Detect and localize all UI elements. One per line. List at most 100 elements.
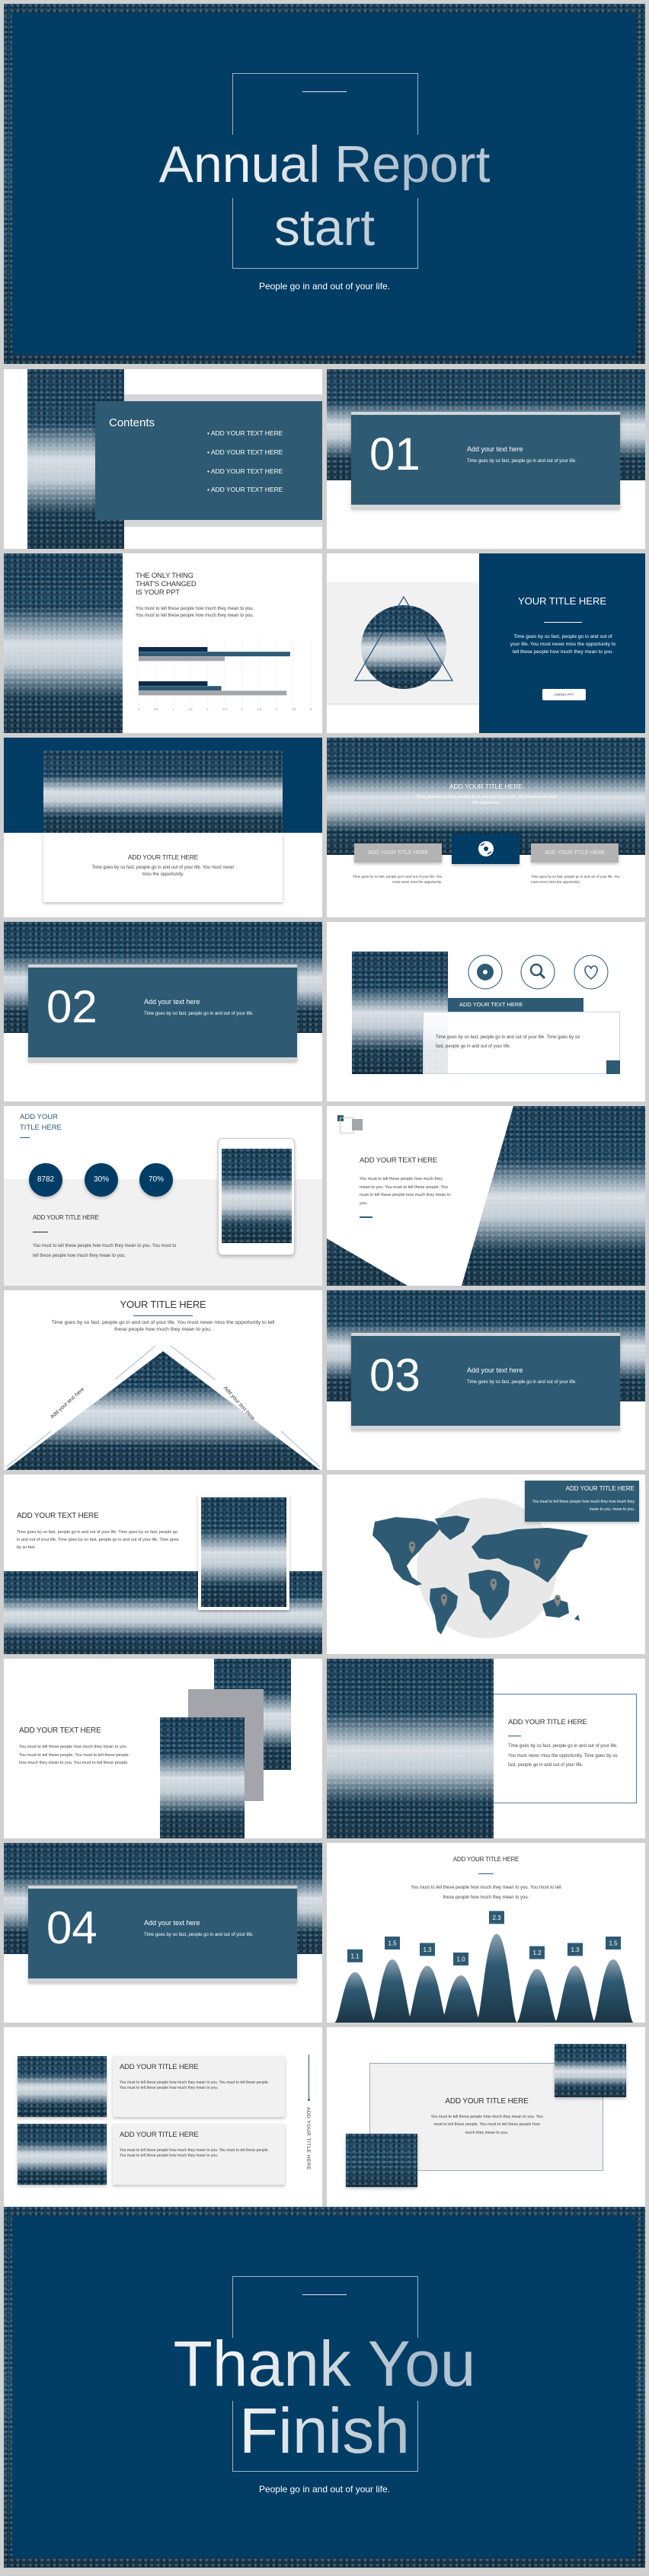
list-card-title: ADD YOUR TITLE HERE — [120, 2063, 199, 2071]
peak — [440, 1975, 481, 2023]
banner-text: Time goes by so fast, people go in and o… — [416, 795, 558, 805]
slide-framed-photo[interactable]: ADD YOUR TEXT HERE Time goes by so fast,… — [4, 1475, 322, 1654]
tick-label: 5 — [310, 707, 312, 711]
tick-label: 2 — [206, 707, 209, 711]
slide-icons[interactable]: ADD YOUR TEXT HERE Time goes by so fast,… — [327, 922, 645, 1101]
peak-label: 1.1 — [350, 1953, 360, 1959]
side-dot — [308, 2099, 310, 2101]
heart-icon[interactable] — [574, 955, 609, 990]
frame-right — [417, 73, 418, 135]
list-card-title: ADD YOUR TITLE HERE — [120, 2131, 199, 2139]
frame-bottom — [232, 268, 418, 269]
stats-title: ADD YOUR TITLE HERE — [20, 1112, 62, 1133]
framed-title: ADD YOUR TEXT HERE — [17, 1512, 99, 1520]
item-label: ADD YOUR TEXT HERE — [210, 486, 283, 493]
peak-label: 1.0 — [456, 1956, 465, 1963]
boxed-text: Time goes by so fast, people go in and o… — [508, 1744, 618, 1768]
tick-label: 2.5 — [222, 707, 227, 711]
map-label-text: You must to tell these people how much t… — [532, 1500, 635, 1512]
slide-closing[interactable]: Thank You Finish People go in and out of… — [4, 2207, 645, 2568]
section-number: 03 — [369, 1350, 420, 1401]
search-icon[interactable] — [520, 955, 555, 990]
stat-circle: 30% — [85, 1163, 118, 1197]
new-zealand — [574, 1615, 580, 1621]
slide-gallery[interactable]: ADD YOUR TITLE HERE You must to tell the… — [327, 2027, 645, 2207]
right-label-box[interactable]: ADD YOUR TITLE HERE — [531, 843, 619, 862]
slide-diagonal[interactable]: ADD YOUR TEXT HERE You must to tell thes… — [327, 1106, 645, 1286]
peak — [476, 1934, 517, 2023]
bar — [139, 686, 222, 691]
slide-pyramid[interactable]: YOUR TITLE HERE Time goes by so fast, pe… — [4, 1290, 322, 1470]
gallery-photo — [346, 2134, 417, 2187]
contents-item[interactable]: • ADD YOUR TEXT HERE — [207, 486, 283, 493]
slide-list[interactable]: ADD YOUR TITLE HERE You must to tell the… — [4, 2027, 322, 2207]
cover-title: Annual Report — [4, 139, 645, 190]
ximing-button[interactable]: XIMING PPT — [542, 689, 586, 700]
slide-banner[interactable]: ADD YOUR TITLE HERE Time goes by so fast… — [327, 738, 645, 917]
contents-item[interactable]: • ADD YOUR TEXT HERE — [207, 429, 283, 437]
tick-label: 1 — [172, 707, 174, 711]
slide-photo-card[interactable]: ADD YOUR TITLE HERE Time goes by so fast… — [4, 738, 322, 917]
side-title: ADD YOUR TITLE HERE — [305, 2107, 311, 2170]
tick-label: 1.5 — [188, 707, 193, 711]
slide-contents[interactable]: Contents • ADD YOUR TEXT HERE • ADD YOUR… — [4, 369, 322, 549]
slide-circle-title[interactable]: YOUR TITLE HERE Time goes by so fast, pe… — [327, 553, 645, 733]
slide-boxed-text[interactable]: ADD YOUR TITLE HERE Time goes by so fast… — [327, 1659, 645, 1838]
item-label: ADD YOUR TEXT HERE — [210, 429, 283, 437]
bar — [139, 647, 208, 652]
stats-text: You must to tell these people how much t… — [33, 1244, 177, 1258]
bar — [139, 652, 290, 657]
tick-label: 4.5 — [292, 707, 296, 711]
peak — [334, 1972, 376, 2023]
bar — [139, 690, 287, 696]
slide-photo-stack[interactable]: ADD YOUR TEXT HERE You must to tell thes… — [4, 1659, 322, 1838]
slide-section-02[interactable]: 02 Add your text here Time goes by so fa… — [4, 922, 322, 1101]
contents-heading: Contents — [109, 416, 155, 429]
title-underline — [544, 622, 582, 623]
frame-bottom — [232, 2471, 418, 2472]
framed-photo — [201, 1497, 286, 1607]
section-title: Add your text here — [144, 998, 200, 1006]
cover-title-2: start — [4, 202, 645, 253]
stack-text: You must to tell these people how much t… — [19, 1745, 129, 1766]
contents-item[interactable]: • ADD YOUR TEXT HERE — [207, 448, 283, 456]
frame-top — [232, 73, 417, 74]
frame-left — [232, 73, 233, 135]
section-title: Add your text here — [144, 1919, 200, 1927]
tick-label: 0.5 — [154, 707, 158, 711]
slide-bar-chart[interactable]: THE ONLY THING THAT'S CHANGED IS YOUR PP… — [4, 553, 322, 733]
slide-cover[interactable]: Annual Report start People go in and out… — [4, 4, 645, 364]
map-pin-dot — [443, 1596, 446, 1599]
section-text: Time goes by so fast, people go in and o… — [144, 1012, 254, 1016]
left-caption: Time goes by so fast, people go in and o… — [353, 875, 442, 884]
slide-world-map[interactable]: ADD YOUR TITLE HERE You must to tell the… — [327, 1475, 645, 1654]
africa — [468, 1570, 510, 1621]
item-label: ADD YOUR TEXT HERE — [210, 467, 283, 475]
section-title: Add your text here — [467, 445, 523, 453]
diagonal-title: ADD YOUR TEXT HERE — [360, 1156, 437, 1165]
section-number: 02 — [46, 981, 98, 1032]
tick-label: 3 — [241, 707, 243, 711]
panel-title: YOUR TITLE HERE — [517, 595, 607, 607]
peak — [593, 1959, 634, 2023]
peak-label: 1.2 — [532, 1950, 542, 1956]
slide-section-01[interactable]: 01 Add your text here Time goes by so fa… — [327, 369, 645, 549]
peak — [555, 1965, 596, 2023]
slide-section-03[interactable]: 03 Add your text here Time goes by so fa… — [327, 1290, 645, 1470]
framed-text: Time goes by so fast, people go in and o… — [17, 1530, 179, 1551]
card-text: Time goes by so fast, people go in and o… — [91, 866, 235, 877]
peak-label: 1.3 — [423, 1946, 432, 1953]
contents-item[interactable]: • ADD YOUR TEXT HERE — [207, 467, 283, 475]
slide-peaks[interactable]: ADD YOUR TITLE HERE You must to tell the… — [327, 1843, 645, 2023]
slide-stats[interactable]: ADD YOUR TITLE HERE 8782 30% 70% ADD YOU… — [4, 1106, 322, 1286]
left-label-box[interactable]: ADD YOUR TITLE HERE — [354, 843, 442, 862]
disc-icon[interactable] — [468, 955, 503, 990]
slide-section-04[interactable]: 04 Add your text here Time goes by so fa… — [4, 1843, 322, 2023]
right-caption: Time goes by so fast, people go in and o… — [531, 875, 620, 884]
peaks-chart: 1.1 1.5 1.3 1.0 2.3 1.2 1.3 1.5 — [334, 1911, 634, 2023]
section-number: 04 — [46, 1902, 98, 1953]
peak-label: 2.3 — [492, 1914, 501, 1921]
forest-photo — [43, 751, 283, 833]
section-title: Add your text here — [467, 1366, 523, 1374]
frame-top — [232, 2276, 417, 2277]
